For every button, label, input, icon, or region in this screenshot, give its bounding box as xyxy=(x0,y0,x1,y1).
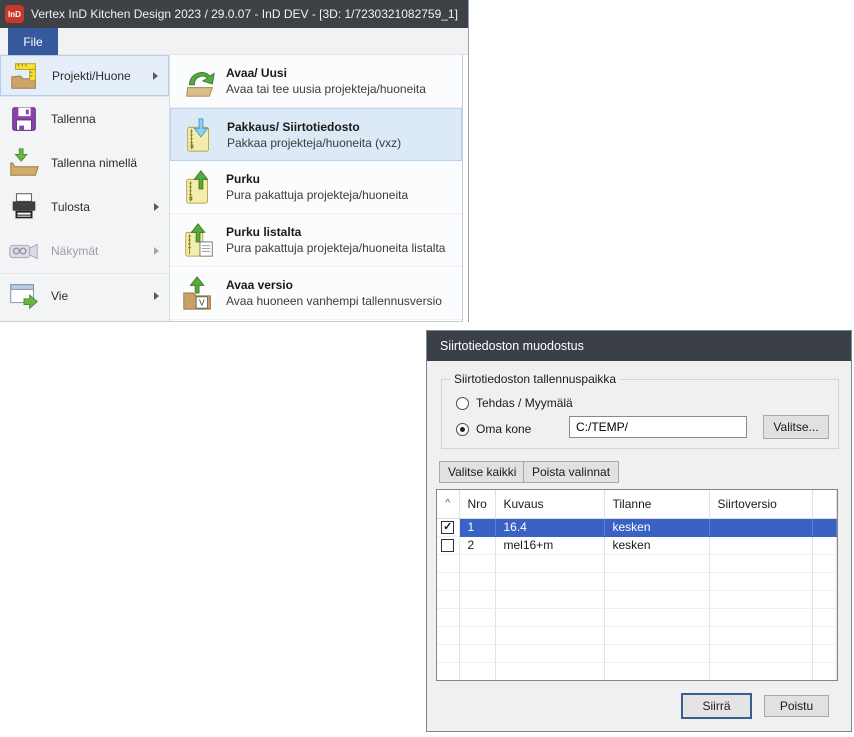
submenu-item-avaa-uusi[interactable]: Avaa/ Uusi Avaa tai tee uusia projekteja… xyxy=(170,55,462,108)
radio-tehdas-myymala[interactable]: Tehdas / Myymälä xyxy=(456,396,573,410)
submenu-item-subtitle: Pakkaa projekteja/huoneita (vxz) xyxy=(227,136,401,150)
row-checkbox[interactable]: ✓ xyxy=(441,521,454,534)
empty-row xyxy=(437,608,837,626)
folder-save-icon xyxy=(7,146,41,180)
submenu-item-pakkaus-siirtotiedosto[interactable]: Pakkaus/ Siirtotiedosto Pakkaa projektej… xyxy=(170,108,462,161)
printer-icon xyxy=(7,190,41,224)
browse-button[interactable]: Valitse... xyxy=(763,415,829,439)
submenu-arrow-icon xyxy=(153,72,158,80)
empty-row xyxy=(437,590,837,608)
column-header-siirtoversio[interactable]: Siirtoversio xyxy=(709,490,812,518)
table-row[interactable]: 2 mel16+m kesken xyxy=(437,536,837,554)
file-menu-tab[interactable]: File xyxy=(8,28,58,55)
cell-nro: 2 xyxy=(459,536,495,554)
radio-icon[interactable] xyxy=(456,397,469,410)
select-all-button[interactable]: Valitse kaikki xyxy=(439,461,525,483)
exit-button[interactable]: Poistu xyxy=(764,695,829,717)
submenu-item-title: Pakkaus/ Siirtotiedosto xyxy=(227,120,401,134)
submenu-arrow-icon xyxy=(154,292,159,300)
open-new-icon xyxy=(178,62,220,100)
submenu-item-subtitle: Pura pakattuja projekteja/huoneita xyxy=(226,188,408,202)
menu-item-nakymat: Näkymät xyxy=(0,229,169,273)
clear-selection-button[interactable]: Poista valinnat xyxy=(523,461,619,483)
column-header-extra xyxy=(812,490,837,518)
dialog-title: Siirtotiedoston muodostus xyxy=(440,339,584,353)
dialog-titlebar[interactable]: Siirtotiedoston muodostus xyxy=(427,331,851,361)
menu-item-tulosta[interactable]: Tulosta xyxy=(0,185,169,229)
groupbox-label: Siirtotiedoston tallennuspaikka xyxy=(450,372,620,386)
radio-selected-icon[interactable] xyxy=(456,423,469,436)
transfer-file-dialog: Siirtotiedoston muodostus Siirtotiedosto… xyxy=(426,330,852,732)
cell-siirtoversio xyxy=(709,518,812,536)
app-titlebar: InD Vertex InD Kitchen Design 2023 / 29.… xyxy=(0,0,468,28)
radio-label: Tehdas / Myymälä xyxy=(476,396,573,410)
open-version-icon: V xyxy=(178,274,220,312)
table-row[interactable]: ✓ 1 16.4 kesken xyxy=(437,518,837,536)
cell-kuvaus: 16.4 xyxy=(495,518,604,536)
submenu-item-subtitle: Avaa tai tee uusia projekteja/huoneita xyxy=(226,82,426,96)
menu-item-projekti-huone[interactable]: Projekti/Huone xyxy=(0,55,169,96)
column-header-tilanne[interactable]: Tilanne xyxy=(604,490,709,518)
radio-label: Oma kone xyxy=(476,422,531,436)
empty-row xyxy=(437,680,837,681)
submenu-item-avaa-versio[interactable]: V Avaa versio Avaa huoneen vanhempi tall… xyxy=(170,267,462,320)
export-window-icon xyxy=(7,279,41,313)
cell-nro: 1 xyxy=(459,518,495,536)
transfer-button[interactable]: Siirrä xyxy=(681,693,752,719)
cell-tilanne: kesken xyxy=(604,536,709,554)
app-window: InD Vertex InD Kitchen Design 2023 / 29.… xyxy=(0,0,469,322)
menu-item-label: Tallenna xyxy=(51,112,96,126)
submenu-item-subtitle: Pura pakattuja projekteja/huoneita lista… xyxy=(226,241,445,255)
menu-item-tallenna[interactable]: Tallenna xyxy=(0,97,169,141)
empty-row xyxy=(437,554,837,572)
cell-kuvaus: mel16+m xyxy=(495,536,604,554)
empty-row xyxy=(437,626,837,644)
submenu-item-title: Purku listalta xyxy=(226,225,445,239)
submenu-item-title: Avaa/ Uusi xyxy=(226,66,426,80)
app-title: Vertex InD Kitchen Design 2023 / 29.0.07… xyxy=(31,7,458,21)
column-header-kuvaus[interactable]: Kuvaus xyxy=(495,490,604,518)
zip-extract-icon xyxy=(178,168,220,206)
submenu-arrow-icon xyxy=(154,247,159,255)
column-header-nro[interactable]: Nro xyxy=(459,490,495,518)
row-checkbox[interactable] xyxy=(441,539,454,552)
empty-row xyxy=(437,662,837,680)
submenu-arrow-icon xyxy=(154,203,159,211)
empty-row xyxy=(437,572,837,590)
table-header-row: ^ Nro Kuvaus Tilanne Siirtoversio xyxy=(437,490,837,518)
path-input[interactable] xyxy=(569,416,747,438)
menu-item-label: Tallenna nimellä xyxy=(51,156,137,170)
menu-item-label: Näkymät xyxy=(51,244,98,258)
menu-item-vie[interactable]: Vie xyxy=(0,274,169,318)
dialog-body: Siirtotiedoston tallennuspaikka Tehdas /… xyxy=(427,361,851,733)
submenu-item-title: Purku xyxy=(226,172,408,186)
app-logo-icon: InD xyxy=(5,5,24,23)
submenu-item-purku[interactable]: Purku Pura pakattuja projekteja/huoneita xyxy=(170,161,462,214)
radio-oma-kone[interactable]: Oma kone xyxy=(456,422,531,436)
file-menu-submenu: Avaa/ Uusi Avaa tai tee uusia projekteja… xyxy=(170,55,462,321)
submenu-item-title: Avaa versio xyxy=(226,278,442,292)
menu-item-label: Tulosta xyxy=(51,200,90,214)
cell-siirtoversio xyxy=(709,536,812,554)
menu-item-tallenna-nimella[interactable]: Tallenna nimellä xyxy=(0,141,169,185)
file-menu-left-pane: Projekti/Huone Tallenna T xyxy=(0,55,170,321)
floppy-icon xyxy=(7,102,41,136)
menu-bar: File xyxy=(0,28,468,55)
submenu-item-subtitle: Avaa huoneen vanhempi tallennusversio xyxy=(226,294,442,308)
menu-item-label: Vie xyxy=(51,289,68,303)
menu-item-label: Projekti/Huone xyxy=(52,69,131,83)
sort-indicator-icon[interactable]: ^ xyxy=(437,490,459,518)
folder-ruler-icon xyxy=(8,59,42,93)
submenu-item-purku-listalta[interactable]: Purku listalta Pura pakattuja projekteja… xyxy=(170,214,462,267)
empty-row xyxy=(437,644,837,662)
svg-text:V: V xyxy=(199,297,205,307)
zip-pack-icon xyxy=(179,116,221,154)
zip-extract-list-icon xyxy=(178,221,220,259)
cell-tilanne: kesken xyxy=(604,518,709,536)
projects-table: ^ Nro Kuvaus Tilanne Siirtoversio ✓ 1 16… xyxy=(436,489,838,681)
file-menu-dropdown: Projekti/Huone Tallenna T xyxy=(0,55,463,322)
video-camera-icon xyxy=(7,234,41,268)
